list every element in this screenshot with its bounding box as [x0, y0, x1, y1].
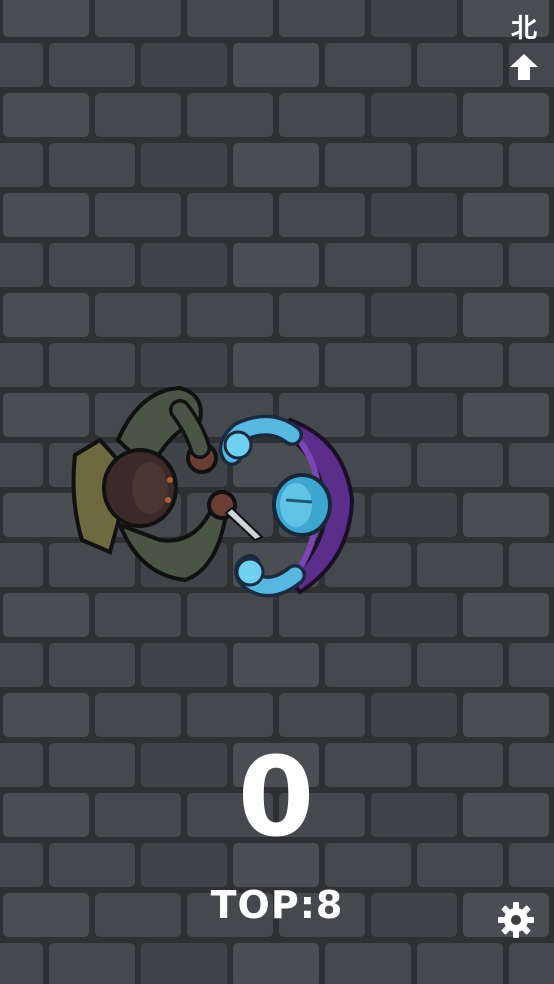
compass: 北	[504, 14, 544, 80]
top-score: TOP:8	[210, 883, 344, 927]
arrow-up-icon	[510, 54, 538, 80]
gear-icon[interactable]	[496, 900, 536, 940]
ghost-enemy	[218, 414, 355, 598]
compass-north-label: 北	[510, 14, 537, 44]
current-score: 0	[237, 733, 317, 861]
soldier-player	[71, 385, 264, 583]
